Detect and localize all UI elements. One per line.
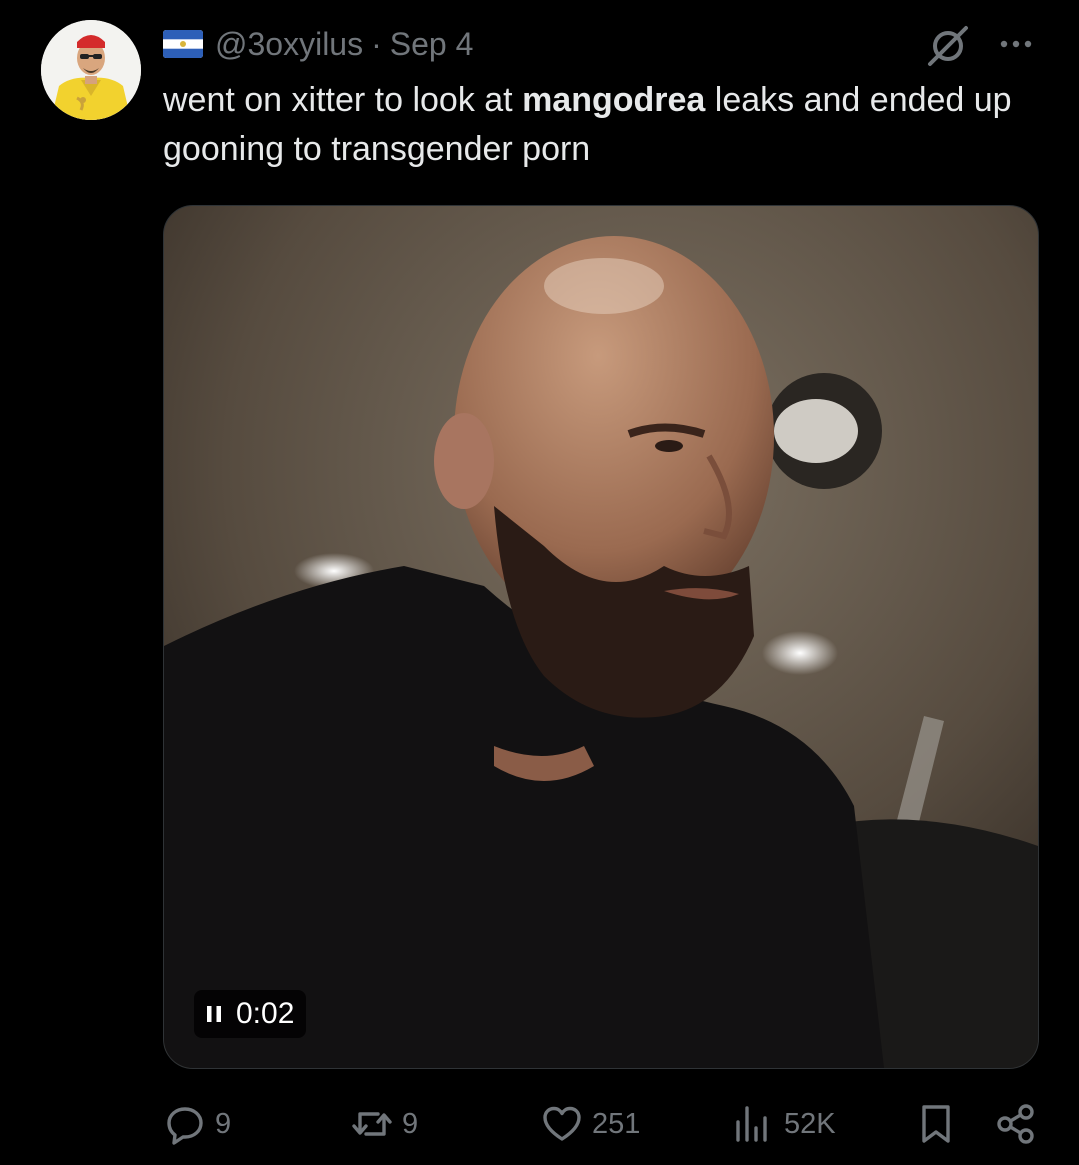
video-frame xyxy=(164,206,1038,1068)
tweet-date[interactable]: Sep 4 xyxy=(390,26,474,63)
views-count: 52K xyxy=(784,1107,836,1140)
action-bar: 9 9 251 52K xyxy=(0,1100,1079,1148)
tweet-text-bold: mangodrea xyxy=(522,81,706,119)
like-button[interactable]: 251 xyxy=(540,1100,640,1148)
repost-button[interactable]: 9 xyxy=(350,1100,418,1148)
more-icon[interactable] xyxy=(996,30,1036,58)
views-icon xyxy=(736,1106,767,1142)
el-salvador-flag-icon xyxy=(163,30,203,58)
reply-icon xyxy=(167,1107,203,1145)
views-button[interactable]: 52K xyxy=(732,1100,836,1148)
heart-icon xyxy=(543,1106,581,1141)
repost-count: 9 xyxy=(402,1107,419,1140)
tweet-text-before: went on xitter to look at xyxy=(163,81,523,119)
tweet-text: went on xitter to look at mangodrea leak… xyxy=(163,76,1023,174)
share-icon xyxy=(997,1104,1034,1144)
reply-button[interactable]: 9 xyxy=(163,1100,231,1148)
repost-icon xyxy=(352,1112,392,1136)
video-player[interactable]: 0:02 xyxy=(163,205,1039,1069)
avatar[interactable] xyxy=(41,20,141,120)
video-control[interactable]: 0:02 xyxy=(194,990,307,1038)
tweet-header: @3oxyilus · Sep 4 xyxy=(163,24,473,64)
grok-icon[interactable] xyxy=(924,22,972,70)
reply-count: 9 xyxy=(215,1107,232,1140)
header-separator: · xyxy=(371,25,382,62)
share-button[interactable] xyxy=(994,1100,1046,1148)
video-timestamp: 0:02 xyxy=(236,997,295,1030)
bookmark-button[interactable] xyxy=(914,1100,966,1148)
bookmark-icon xyxy=(922,1105,950,1143)
author-handle[interactable]: @3oxyilus xyxy=(215,26,363,63)
like-count: 251 xyxy=(592,1107,641,1140)
pause-icon[interactable] xyxy=(206,1005,222,1023)
